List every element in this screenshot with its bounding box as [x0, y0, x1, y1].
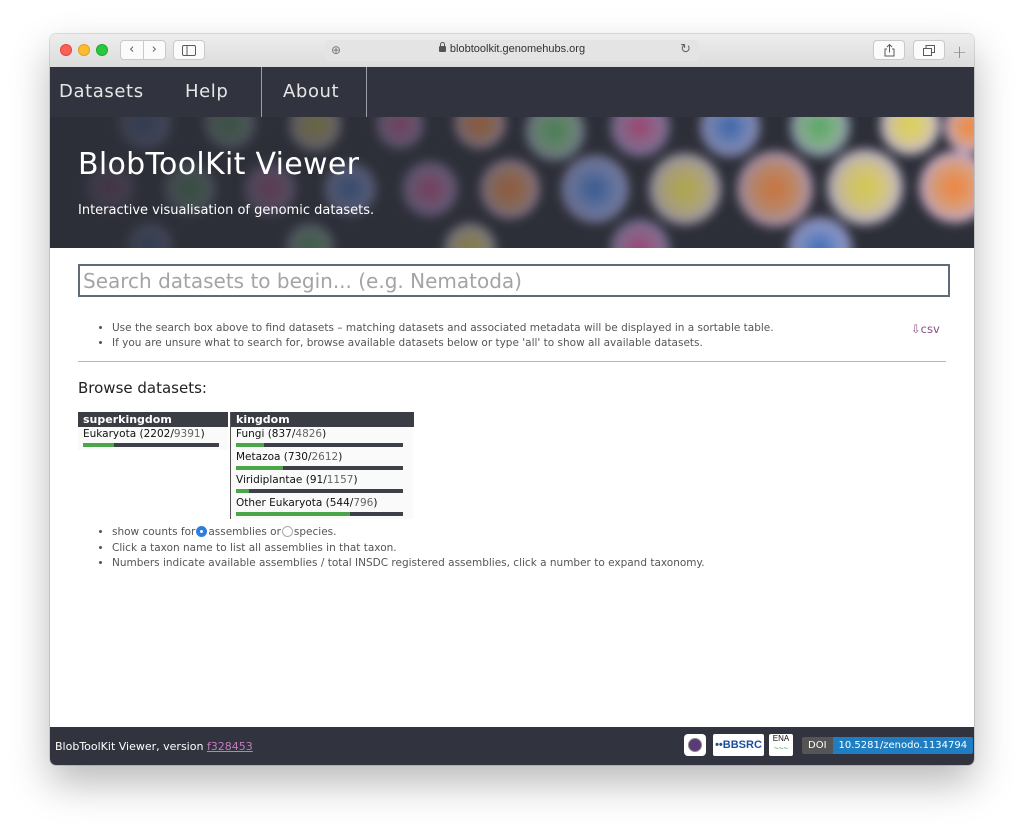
progress-track [236, 466, 403, 470]
tab-overview-button[interactable] [913, 40, 945, 60]
nav-about[interactable]: About [283, 67, 339, 117]
taxon-name-link[interactable]: Eukaryota [83, 428, 136, 440]
available-count[interactable]: 544 [330, 497, 350, 509]
taxon-row: Other Eukaryota (544/796) [231, 496, 413, 519]
search-input[interactable] [78, 264, 950, 297]
taxon-name-link[interactable]: Metazoa [236, 451, 280, 463]
help-item: Use the search box above to find dataset… [112, 321, 774, 336]
taxon-row: Eukaryota (2202/9391) [78, 427, 228, 450]
species-radio[interactable] [281, 526, 293, 537]
page-subtitle: Interactive visualisation of genomic dat… [78, 203, 375, 218]
help-list: Use the search box above to find dataset… [84, 321, 774, 351]
available-count[interactable]: 91 [310, 474, 323, 486]
footer-text: BlobToolKit Viewer, version [55, 740, 204, 753]
version-link[interactable]: f328453 [207, 740, 253, 753]
share-icon [884, 43, 894, 56]
assemblies-radio[interactable] [196, 526, 208, 537]
nav-datasets[interactable]: Datasets [59, 67, 144, 117]
address-bar[interactable]: ⊕ blobtoolkit.genomehubs.org ↻ [325, 40, 699, 61]
back-button[interactable]: ‹ [121, 41, 144, 59]
bbsrc-logo[interactable]: ••BBSRC [713, 734, 764, 756]
total-count[interactable]: 1157 [327, 474, 354, 486]
available-count[interactable]: 837 [272, 428, 292, 440]
university-logo[interactable] [684, 734, 706, 756]
lock-icon [438, 42, 446, 52]
nav-help[interactable]: Help [185, 67, 228, 117]
taxon-row: Metazoa (730/2612) [231, 450, 413, 473]
share-button[interactable] [873, 40, 905, 60]
taxon-name-link[interactable]: Viridiplantae [236, 474, 302, 486]
footer: BlobToolKit Viewer, version f328453 ••BB… [50, 727, 974, 765]
column-header: kingdom [231, 412, 414, 427]
superkingdom-column: superkingdom Eukaryota (2202/9391) [78, 412, 228, 450]
doi-badge[interactable]: DOI 10.5281/zenodo.1134794 [802, 737, 974, 754]
progress-track [83, 443, 219, 447]
available-count[interactable]: 2202 [144, 428, 171, 440]
taxon-row: Viridiplantae (91/1157) [231, 473, 413, 496]
progress-track [236, 443, 403, 447]
progress-fill [236, 489, 250, 493]
browse-datasets-heading: Browse datasets: [78, 379, 207, 397]
help-item: Numbers indicate available assemblies / … [112, 556, 705, 572]
progress-fill [83, 443, 115, 447]
tabs-icon [923, 44, 935, 56]
download-csv-link[interactable]: ⇩csv [911, 322, 940, 336]
nav-divider [261, 67, 262, 117]
section-divider [78, 361, 946, 362]
column-header: superkingdom [78, 412, 228, 427]
doi-value: 10.5281/zenodo.1134794 [832, 737, 974, 754]
show-counts-label: show counts for [112, 526, 196, 538]
crest-icon [688, 738, 702, 752]
progress-track [236, 512, 403, 516]
browser-title-bar: ‹ › ⊕ blobtoolkit.genomehubs.org ↻ + [50, 34, 974, 68]
doi-label: DOI [802, 737, 833, 754]
available-count[interactable]: 730 [288, 451, 308, 463]
taxon-name-link[interactable]: Other Eukaryota [236, 497, 322, 509]
browser-window: ‹ › ⊕ blobtoolkit.genomehubs.org ↻ + Dat… [50, 34, 974, 765]
hexagon-background-image [50, 117, 974, 248]
ena-logo-text: ENA [772, 734, 790, 743]
forward-button[interactable]: › [144, 41, 166, 59]
close-window-button[interactable] [60, 44, 72, 56]
page-title: BlobToolKit Viewer [78, 147, 360, 182]
total-count[interactable]: 9391 [174, 428, 201, 440]
back-forward-buttons: ‹ › [120, 40, 166, 60]
sidebar-icon [182, 44, 196, 56]
species-label[interactable]: species. [294, 526, 337, 538]
browse-options-list: show counts for assemblies or species. Cli… [84, 525, 705, 572]
show-counts-option: show counts for assemblies or species. [112, 525, 705, 541]
total-count[interactable]: 796 [353, 497, 373, 509]
taxon-name-link[interactable]: Fungi [236, 428, 264, 440]
sidebar-toggle-button[interactable] [173, 40, 205, 60]
assemblies-label[interactable]: assemblies or [208, 526, 281, 538]
help-item: If you are unsure what to search for, br… [112, 336, 774, 351]
progress-fill [236, 443, 265, 447]
kingdom-column: kingdom Fungi (837/4826) Metazoa (730/26… [230, 412, 414, 519]
reload-icon[interactable]: ↻ [680, 42, 691, 57]
progress-track [236, 489, 403, 493]
total-count[interactable]: 4826 [295, 428, 322, 440]
progress-fill [236, 466, 283, 470]
nav-divider [366, 67, 367, 117]
ena-wave-icon: ~~~ [773, 744, 788, 753]
total-count[interactable]: 2612 [311, 451, 338, 463]
minimize-window-button[interactable] [78, 44, 90, 56]
help-item: Click a taxon name to list all assemblie… [112, 541, 705, 557]
ena-logo[interactable]: ENA ~~~ [769, 734, 793, 756]
hero-banner: BlobToolKit Viewer Interactive visualisa… [50, 117, 974, 248]
new-tab-button[interactable]: + [952, 44, 967, 62]
url-text: blobtoolkit.genomehubs.org [449, 43, 586, 55]
top-nav: Datasets Help About [50, 67, 974, 117]
zoom-window-button[interactable] [96, 44, 108, 56]
progress-fill [236, 512, 350, 516]
taxon-row: Fungi (837/4826) [231, 427, 413, 450]
